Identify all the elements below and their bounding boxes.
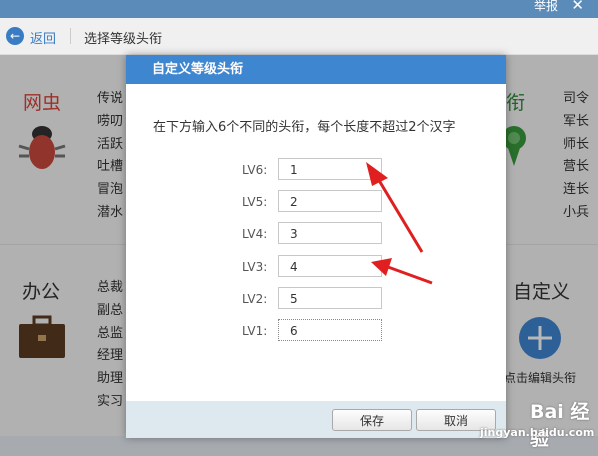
- annotation-arrows: [366, 162, 433, 285]
- watermark-logo: Bai 经验: [530, 401, 590, 450]
- watermark-url: jingyan.baidu.com: [480, 426, 595, 439]
